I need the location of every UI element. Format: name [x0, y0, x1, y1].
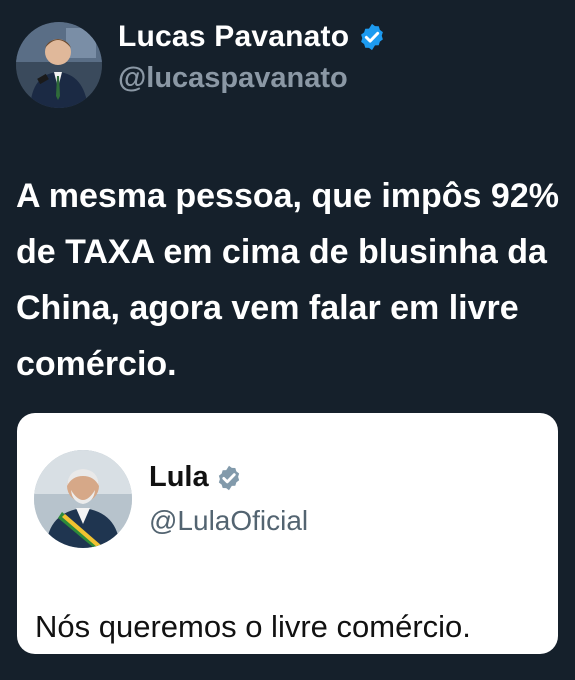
author-avatar-image [16, 22, 102, 108]
author-name[interactable]: Lucas Pavanato [118, 20, 349, 54]
verified-badge-icon [215, 464, 243, 492]
author-name-row: Lucas Pavanato [118, 20, 387, 54]
verified-badge-icon [357, 22, 387, 52]
author-handle[interactable]: @lucaspavanato [118, 62, 348, 95]
embedded-author-avatar[interactable] [34, 450, 132, 548]
tweet: Lucas Pavanato @lucaspavanato A mesma pe… [0, 0, 575, 680]
embedded-author-name-row: Lula [149, 461, 243, 494]
embedded-author-handle[interactable]: @LulaOficial [149, 505, 308, 537]
author-avatar[interactable] [16, 22, 102, 108]
tweet-text: A mesma pessoa, que impôs 92% de TAXA em… [16, 177, 559, 383]
embedded-tweet-text: Nós queremos o livre comércio. [35, 609, 471, 644]
embedded-author-name[interactable]: Lula [149, 461, 209, 494]
embedded-author-avatar-image [34, 450, 132, 548]
embedded-tweet-card[interactable]: Lula @LulaOficial Nós queremos o livre c… [17, 413, 558, 654]
